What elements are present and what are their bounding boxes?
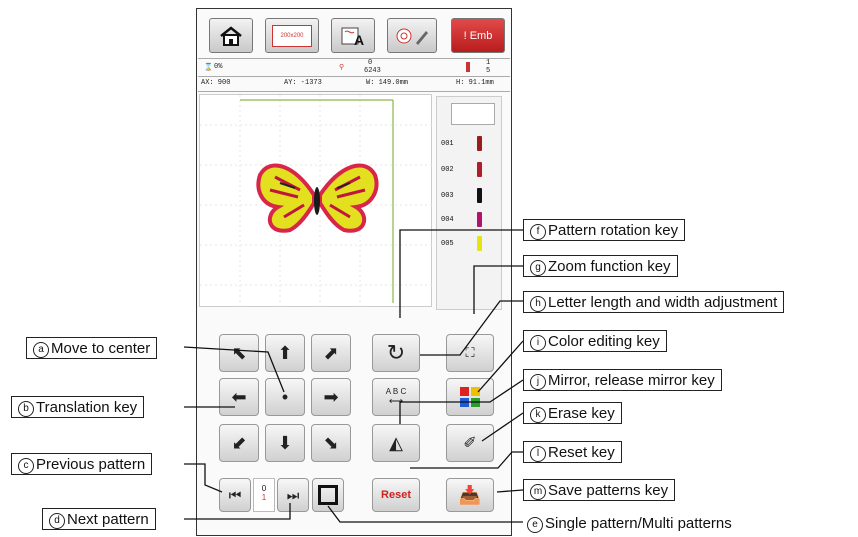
callout-translation-key: b Translation key bbox=[11, 396, 145, 418]
callout-next-pattern: d Next pattern bbox=[42, 508, 156, 530]
callout-pattern-rotation: f Pattern rotation key bbox=[523, 219, 686, 241]
callout-color-editing: i Color editing key bbox=[523, 330, 667, 352]
callout-move-to-center: a Move to center bbox=[26, 337, 158, 359]
callout-single-multi-patterns: e Single pattern/Multi patterns bbox=[523, 513, 738, 535]
callout-zoom-function: g Zoom function key bbox=[523, 255, 678, 277]
callout-save-patterns: m Save patterns key bbox=[523, 479, 676, 501]
callout-reset: l Reset key bbox=[523, 441, 622, 463]
callout-previous-pattern: c Previous pattern bbox=[11, 453, 153, 475]
callout-mirror: j Mirror, release mirror key bbox=[523, 369, 722, 391]
callout-letter-adjust: h Letter length and width adjustment bbox=[523, 291, 785, 313]
callout-erase: k Erase key bbox=[523, 402, 622, 424]
